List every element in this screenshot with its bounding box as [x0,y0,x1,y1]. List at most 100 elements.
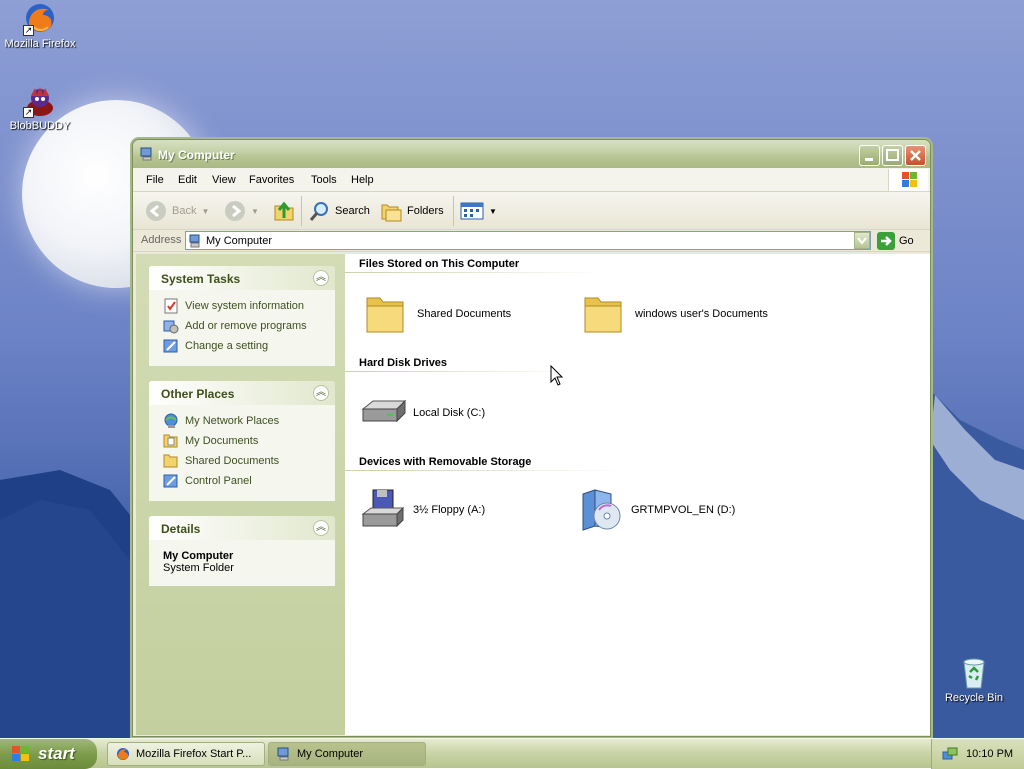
details-title: Details [161,522,201,536]
desktop-icon-label: BlobBUDDY [9,120,71,132]
my-computer-window: My Computer File Edit View Favorites Too… [132,139,931,737]
back-dropdown-icon[interactable]: ▼ [201,207,209,216]
firefox-icon: ↗ [23,2,57,36]
folders-icon [381,204,402,222]
content-pane: Files Stored on This Computer Shared Doc… [345,254,930,735]
details-panel: Details ︽ My Computer System Folder [149,516,335,586]
my-network-places-link[interactable]: My Network Places [163,411,335,431]
other-places-panel: Other Places ︽ My Network Places My Docu… [149,381,335,501]
up-folder-icon [274,201,294,221]
up-folder-button[interactable] [273,199,295,223]
details-header[interactable]: Details ︽ [149,516,335,540]
forward-button[interactable]: ▼ [224,199,259,223]
other-places-title: Other Places [161,387,235,401]
collapse-chevron-icon[interactable]: ︽ [313,520,329,536]
views-button[interactable]: ▼ [460,199,497,223]
windows-logo-icon [12,746,29,761]
menu-edit[interactable]: Edit [178,174,197,186]
menu-favorites[interactable]: Favorites [249,174,294,186]
go-label: Go [899,235,914,247]
folder-icon [581,292,629,336]
network-tray-icon[interactable] [942,746,958,762]
group-header-hard-disks: Hard Disk Drives [359,357,448,369]
back-arrow-icon [146,201,166,221]
other-places-header[interactable]: Other Places ︽ [149,381,335,405]
start-button[interactable]: start [0,739,97,769]
collapse-chevron-icon[interactable]: ︽ [313,270,329,286]
search-icon [309,202,328,221]
address-bar: Address My Computer Go [133,230,930,252]
item-label: GRTMPVOL_EN (D:) [631,504,736,516]
cd-drive-d-item[interactable]: GRTMPVOL_EN (D:) [577,488,735,532]
desktop-icon-blobbuddy[interactable]: ↗ BlobBUDDY [0,84,80,132]
link-label: My Documents [185,435,259,447]
blobbuddy-icon: ↗ [23,84,57,118]
local-disk-c-item[interactable]: Local Disk (C:) [359,391,485,435]
group-divider [345,272,605,273]
toolbar: Back ▼ ▼ Search Folders ▼ [133,192,930,230]
search-button[interactable]: Search [308,199,370,223]
shared-documents-link[interactable]: Shared Documents [163,451,335,471]
folders-button[interactable]: Folders [380,199,444,223]
recycle-bin-icon [957,656,991,690]
address-dropdown-button[interactable] [854,232,870,249]
views-icon [460,202,484,220]
item-label: windows user's Documents [635,308,768,320]
windows-user-documents-item[interactable]: windows user's Documents [581,292,768,336]
hard-disk-icon [359,391,407,435]
view-system-information-link[interactable]: View system information [163,296,335,316]
system-tasks-panel: System Tasks ︽ View system information A… [149,266,335,366]
back-button[interactable]: Back ▼ [145,199,209,223]
group-header-removable: Devices with Removable Storage [359,456,532,468]
minimize-button[interactable] [859,145,880,166]
mouse-cursor-icon [550,365,564,386]
collapse-chevron-icon[interactable]: ︽ [313,385,329,401]
group-divider [345,371,575,372]
search-label: Search [335,205,370,217]
address-input[interactable]: My Computer [185,231,871,250]
add-remove-programs-link[interactable]: Add or remove programs [163,316,335,336]
system-tasks-title: System Tasks [161,272,241,286]
title-bar[interactable]: My Computer [133,140,930,168]
firefox-icon [117,748,129,760]
windows-logo-icon [888,169,928,191]
taskbar-firefox[interactable]: Mozilla Firefox Start P... [107,742,265,766]
forward-dropdown-icon[interactable]: ▼ [251,207,259,216]
floppy-drive-icon [359,488,407,532]
views-dropdown-icon[interactable]: ▼ [489,207,497,216]
task-label: Mozilla Firefox Start P... [136,748,252,760]
close-button[interactable] [905,145,926,166]
menu-file[interactable]: File [146,174,164,186]
link-label: View system information [185,300,305,312]
desktop-icon-recycle-bin[interactable]: Recycle Bin [934,656,1014,704]
my-documents-icon [163,433,179,449]
task-pane: System Tasks ︽ View system information A… [136,254,345,735]
link-label: Add or remove programs [185,320,307,332]
link-label: My Network Places [185,415,280,427]
menu-help[interactable]: Help [351,174,374,186]
computer-icon [140,147,154,161]
taskbar-my-computer[interactable]: My Computer [268,742,426,766]
desktop-icon-label: Recycle Bin [944,692,1004,704]
details-item-type: System Folder [163,562,234,574]
maximize-button[interactable] [882,145,903,166]
go-arrow-icon [877,232,895,250]
clock[interactable]: 10:10 PM [966,748,1013,760]
menu-view[interactable]: View [212,174,236,186]
system-info-icon [163,298,179,314]
my-documents-link[interactable]: My Documents [163,431,335,451]
group-divider [345,470,625,471]
system-tray: 10:10 PM [931,739,1024,769]
system-tasks-header[interactable]: System Tasks ︽ [149,266,335,290]
add-remove-programs-icon [163,318,179,334]
go-button[interactable]: Go [877,232,914,250]
taskbar: start Mozilla Firefox Start P... My Comp… [0,738,1024,769]
change-setting-link[interactable]: Change a setting [163,336,335,356]
floppy-a-item[interactable]: 3½ Floppy (A:) [359,488,485,532]
forward-arrow-icon [225,201,245,221]
shared-documents-item[interactable]: Shared Documents [363,292,511,336]
control-panel-link[interactable]: Control Panel [163,471,335,491]
menu-tools[interactable]: Tools [311,174,337,186]
desktop-icon-firefox[interactable]: ↗ Mozilla Firefox [0,2,80,50]
address-value: My Computer [206,234,273,247]
